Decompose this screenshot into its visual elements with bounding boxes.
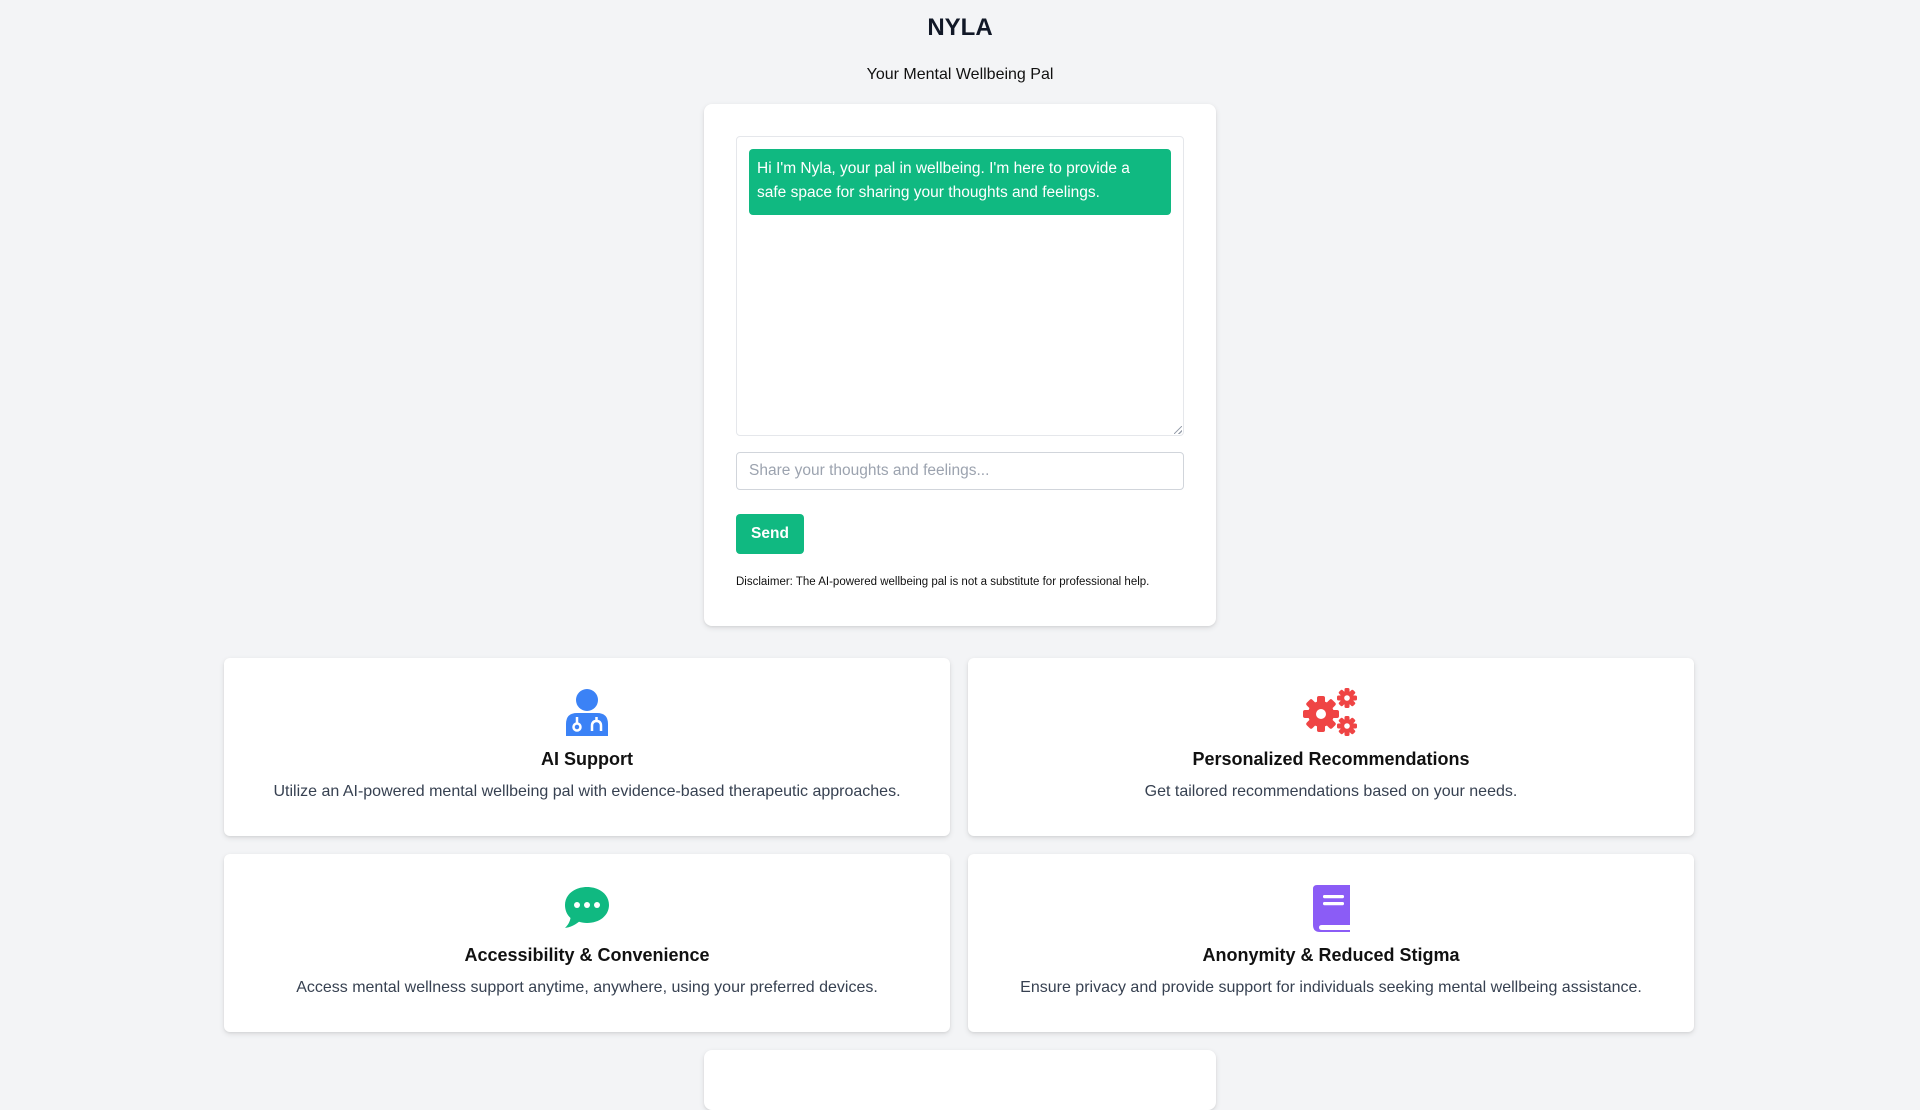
feature-title: Anonymity & Reduced Stigma [1202,945,1460,965]
feature-description: Ensure privacy and provide support for i… [1020,979,1642,996]
message-input[interactable] [736,452,1184,490]
resize-handle-icon[interactable] [1174,426,1182,434]
feature-title: Personalized Recommendations [1192,749,1470,769]
send-button[interactable]: Send [736,514,804,554]
feature-description: Access mental wellness support anytime, … [296,979,878,996]
feature-description: Get tailored recommendations based on yo… [1144,783,1518,800]
feature-title: Accessibility & Convenience [464,945,710,965]
feature-card-anonymity: Anonymity & Reduced Stigma Ensure privac… [968,854,1694,1032]
feature-card-accessibility: Accessibility & Convenience Access menta… [224,854,950,1032]
app-subtitle: Your Mental Wellbeing Pal [866,66,1054,83]
gears-icon [1303,688,1357,736]
chat-bubble-icon [565,887,609,928]
app-title: NYLA [927,14,993,41]
chat-panel: Hi I'm Nyla, your pal in wellbeing. I'm … [704,104,1216,626]
feature-card-ai-support: AI Support Utilize an AI-powered mental … [224,658,950,836]
disclaimer-text: Disclaimer: The AI-powered wellbeing pal… [736,576,1150,588]
book-icon [1313,885,1350,932]
feature-description: Utilize an AI-powered mental wellbeing p… [273,783,901,800]
chat-log[interactable]: Hi I'm Nyla, your pal in wellbeing. I'm … [736,136,1184,436]
doctor-icon [566,689,608,736]
bottom-panel [704,1050,1216,1110]
feature-card-personalized-recommendations: Personalized Recommendations Get tailore… [968,658,1694,836]
bot-message: Hi I'm Nyla, your pal in wellbeing. I'm … [749,149,1171,215]
feature-title: AI Support [541,749,633,769]
